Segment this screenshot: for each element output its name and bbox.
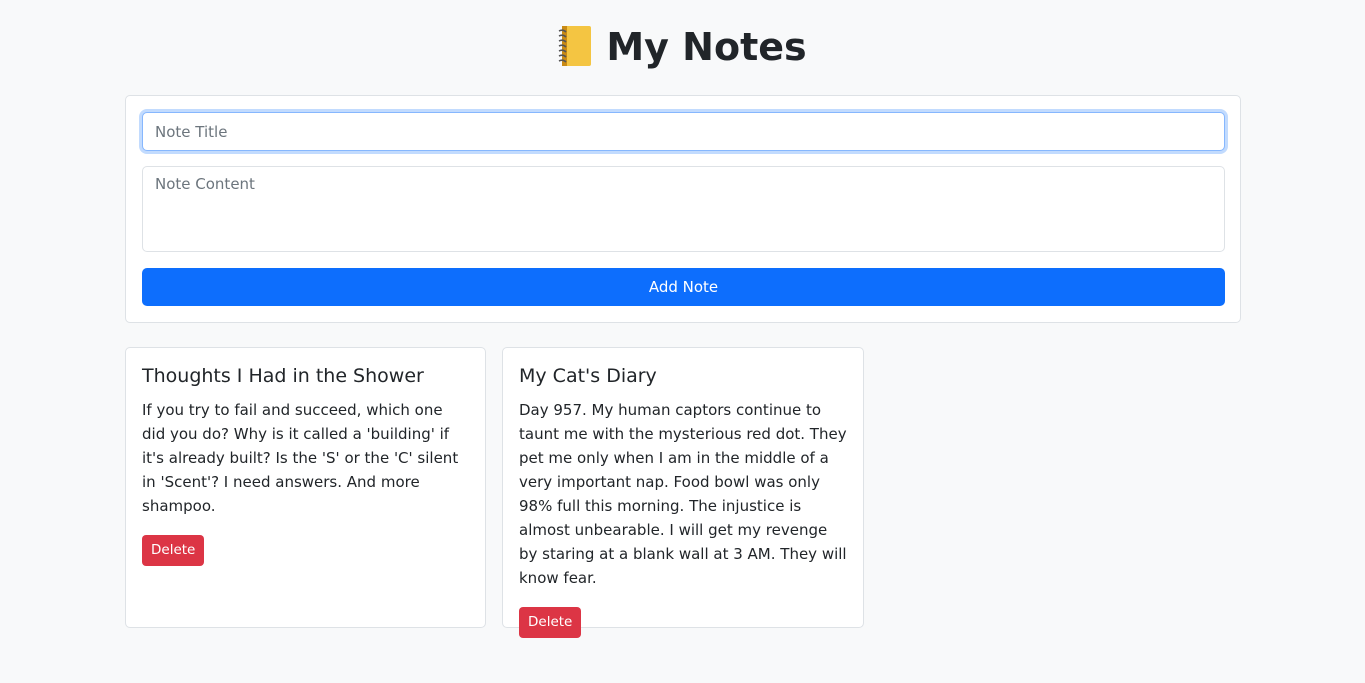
note-content: Day 957. My human captors continue to ta… <box>519 401 847 587</box>
add-note-form: Add Note <box>125 95 1241 323</box>
page-title-text: My Notes <box>606 25 807 69</box>
note-content-input[interactable] <box>142 166 1225 252</box>
notebook-icon <box>559 25 592 66</box>
note-title: My Cat's Diary <box>519 365 657 387</box>
page-title: My Notes <box>0 22 1365 72</box>
note-content: If you try to fail and succeed, which on… <box>142 401 459 515</box>
note-card: Thoughts I Had in the Shower If you try … <box>125 347 486 628</box>
note-title-input[interactable] <box>142 112 1225 151</box>
delete-button[interactable]: Delete <box>142 535 205 566</box>
note-title: Thoughts I Had in the Shower <box>142 365 424 387</box>
add-note-button[interactable]: Add Note <box>142 268 1225 306</box>
note-card: My Cat's Diary Day 957. My human captors… <box>502 347 864 638</box>
delete-button[interactable]: Delete <box>519 607 582 638</box>
